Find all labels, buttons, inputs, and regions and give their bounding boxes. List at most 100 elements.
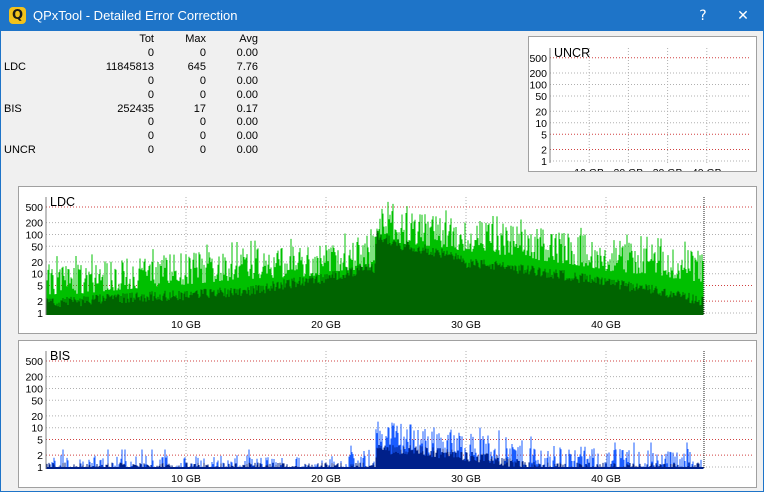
stats-row-avg: 0.00: [236, 144, 258, 157]
stats-row: LDC 11845813 645 7.76: [4, 61, 258, 75]
stats-row-tot: 0: [147, 46, 154, 59]
x-tick-label: 30 GB: [653, 167, 683, 171]
y-tick-label: 500: [25, 202, 43, 214]
stats-row-tot: 0: [147, 144, 154, 157]
stats-row-avg: 0.00: [236, 74, 258, 87]
y-tick-label: 50: [31, 395, 43, 407]
y-tick-label: 100: [25, 383, 43, 395]
stats-header-avg: Avg: [239, 33, 258, 45]
x-tick-label: 30 GB: [451, 319, 481, 331]
chart-title: BIS: [50, 349, 70, 363]
x-tick-label: 10 GB: [171, 319, 201, 331]
app-window: Q QPxTool - Detailed Error Correction ? …: [0, 0, 764, 492]
y-tick-label: 2: [37, 450, 43, 462]
stats-panel: Tot Max Avg 0 0 0.00 LDC 11845813 645 7.76 0 0 0.…: [4, 33, 264, 158]
stats-row: 0 0 0.00: [4, 89, 258, 103]
stats-row-label: [4, 116, 74, 130]
stats-header: [4, 33, 74, 47]
stats-header-max: Max: [185, 33, 206, 45]
y-tick-label: 20: [31, 411, 43, 423]
x-tick-label: 40 GB: [591, 319, 621, 331]
x-tick-label: 10 GB: [574, 167, 604, 171]
stats-row-tot: 0: [147, 130, 154, 143]
uncr-chart-svg: 10 GB 20 GB 30 GB 40 GB 500 20010050 20105 21 UN…: [529, 46, 751, 171]
series-max: [46, 421, 704, 469]
y-tick-label: 10: [31, 423, 43, 435]
stats-table: Tot Max Avg 0 0 0.00 LDC 11845813 645 7.76 0 0 0.…: [4, 33, 258, 158]
chart-title: UNCR: [554, 46, 590, 60]
y-tick-label: 50: [31, 241, 43, 253]
ldc-chart-svg: 10 GB 20 GB 30 GB 40 GB 500 20010050 20105 21 LD…: [25, 195, 754, 331]
title-bar: Q QPxTool - Detailed Error Correction ? …: [1, 1, 763, 31]
stats-row-max: 0: [199, 116, 206, 129]
stats-row: 0 0 0.00: [4, 130, 258, 144]
stats-row-avg: 0.00: [236, 88, 258, 101]
stats-row-label: LDC: [4, 60, 27, 73]
y-tick-label: 500: [529, 53, 547, 65]
qpxtool-logo-icon: Q: [9, 7, 26, 24]
y-tick-label: 2: [37, 296, 43, 308]
y-tick-label: 1: [37, 308, 43, 320]
y-tick-label: 20: [31, 257, 43, 269]
stats-row-tot: 0: [147, 116, 154, 129]
stats-row-max: 0: [199, 74, 206, 87]
stats-header-row: Tot Max Avg: [4, 33, 258, 47]
stats-row: 0 0 0.00: [4, 116, 258, 130]
close-button[interactable]: ✕: [725, 1, 761, 31]
stats-row-label: [4, 47, 74, 61]
x-tick-label: 40 GB: [591, 473, 621, 485]
x-tick-label: 20 GB: [311, 473, 341, 485]
stats-row: 0 0 0.00: [4, 47, 258, 61]
window-title: QPxTool - Detailed Error Correction: [33, 8, 238, 23]
stats-row: BIS 252435 17 0.17: [4, 103, 258, 117]
x-tick-label: 20 GB: [614, 167, 644, 171]
stats-row-max: 0: [199, 130, 206, 143]
ldc-chart: 10 GB 20 GB 30 GB 40 GB 500 200 100 50 20 10 5 2 1 LD…: [18, 186, 757, 334]
y-tick-label: 50: [535, 91, 547, 103]
bis-chart-svg: 10 GB 20 GB 30 GB 40 GB 500 20010050 20105 21 BI…: [25, 349, 754, 485]
stats-row-tot: 0: [147, 74, 154, 87]
stats-row: UNCR 0 0 0.00: [4, 144, 258, 158]
stats-row-max: 0: [199, 88, 206, 101]
y-tick-label: 1: [37, 462, 43, 474]
y-tick-label: 100: [25, 229, 43, 241]
y-tick-label: 500: [25, 356, 43, 368]
y-tick-label: 5: [541, 129, 547, 141]
y-tick-label: 200: [529, 68, 547, 80]
y-tick-label: 200: [25, 218, 43, 230]
y-tick-label: 2: [541, 144, 547, 156]
stats-row-avg: 7.76: [236, 60, 258, 73]
stats-row-max: 0: [199, 144, 206, 157]
stats-row-label: [4, 89, 74, 103]
y-tick-label: 5: [37, 435, 43, 447]
y-tick-label: 100: [529, 80, 547, 92]
x-tick-label: 40 GB: [692, 167, 722, 171]
stats-row-avg: 0.17: [236, 102, 258, 115]
uncr-chart: 10 GB 20 GB 30 GB 40 GB 500 20010050 20105 21 UN…: [528, 36, 757, 172]
y-tick-label: 1: [541, 156, 547, 168]
stats-row-tot: 11845813: [105, 60, 154, 73]
stats-row-avg: 0.00: [236, 130, 258, 143]
stats-row-max: 17: [193, 102, 206, 115]
y-tick-label: 10: [31, 269, 43, 281]
main-content: Tot Max Avg 0 0 0.00 LDC 11845813 645 7.76 0 0 0.…: [1, 31, 763, 491]
chart-title: LDC: [50, 195, 75, 209]
bis-chart: 10 GB 20 GB 30 GB 40 GB 500 200 100 50 20 10 5 2 1 BI…: [18, 340, 757, 488]
stats-row-label: [4, 130, 74, 144]
x-tick-label: 30 GB: [451, 473, 481, 485]
stats-row-label: [4, 75, 74, 89]
stats-row-avg: 0.00: [236, 46, 258, 59]
x-tick-label: 20 GB: [311, 319, 341, 331]
stats-row-tot: 252435: [117, 102, 154, 115]
stats-header-tot: Tot: [139, 33, 154, 45]
help-button[interactable]: ?: [685, 1, 721, 31]
stats-row-label: BIS: [4, 102, 22, 115]
x-tick-label: 10 GB: [171, 473, 201, 485]
stats-row-tot: 0: [147, 88, 154, 101]
stats-row-max: 645: [187, 60, 206, 73]
y-tick-label: 5: [37, 281, 43, 293]
y-tick-label: 20: [535, 106, 547, 118]
stats-row-avg: 0.00: [236, 116, 258, 129]
stats-row: 0 0 0.00: [4, 75, 258, 89]
y-tick-label: 200: [25, 372, 43, 384]
